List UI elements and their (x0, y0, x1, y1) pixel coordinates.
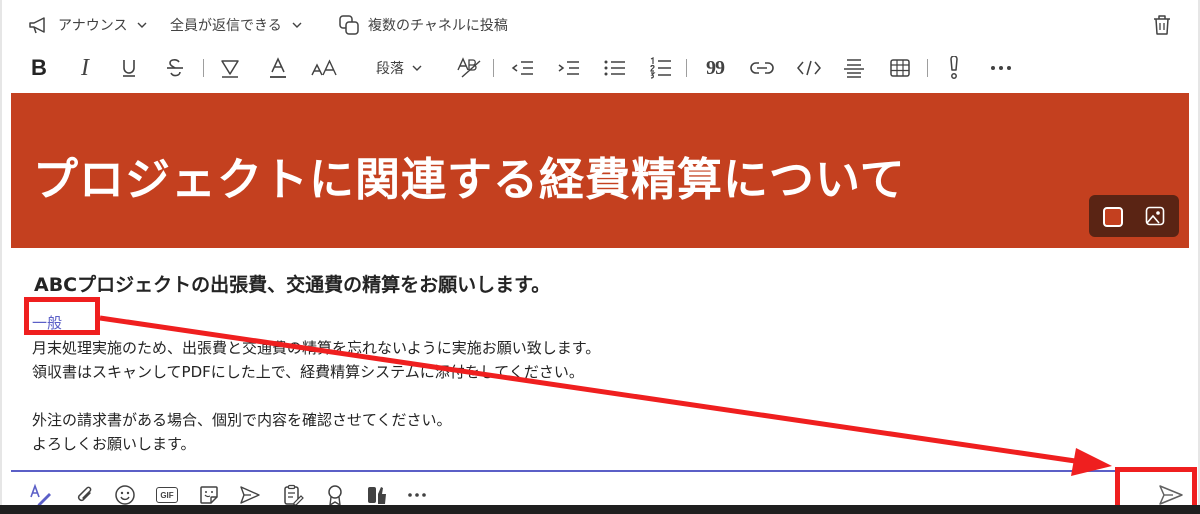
annotation-arrow (99, 315, 1112, 476)
window-bottom-edge (0, 505, 1200, 514)
